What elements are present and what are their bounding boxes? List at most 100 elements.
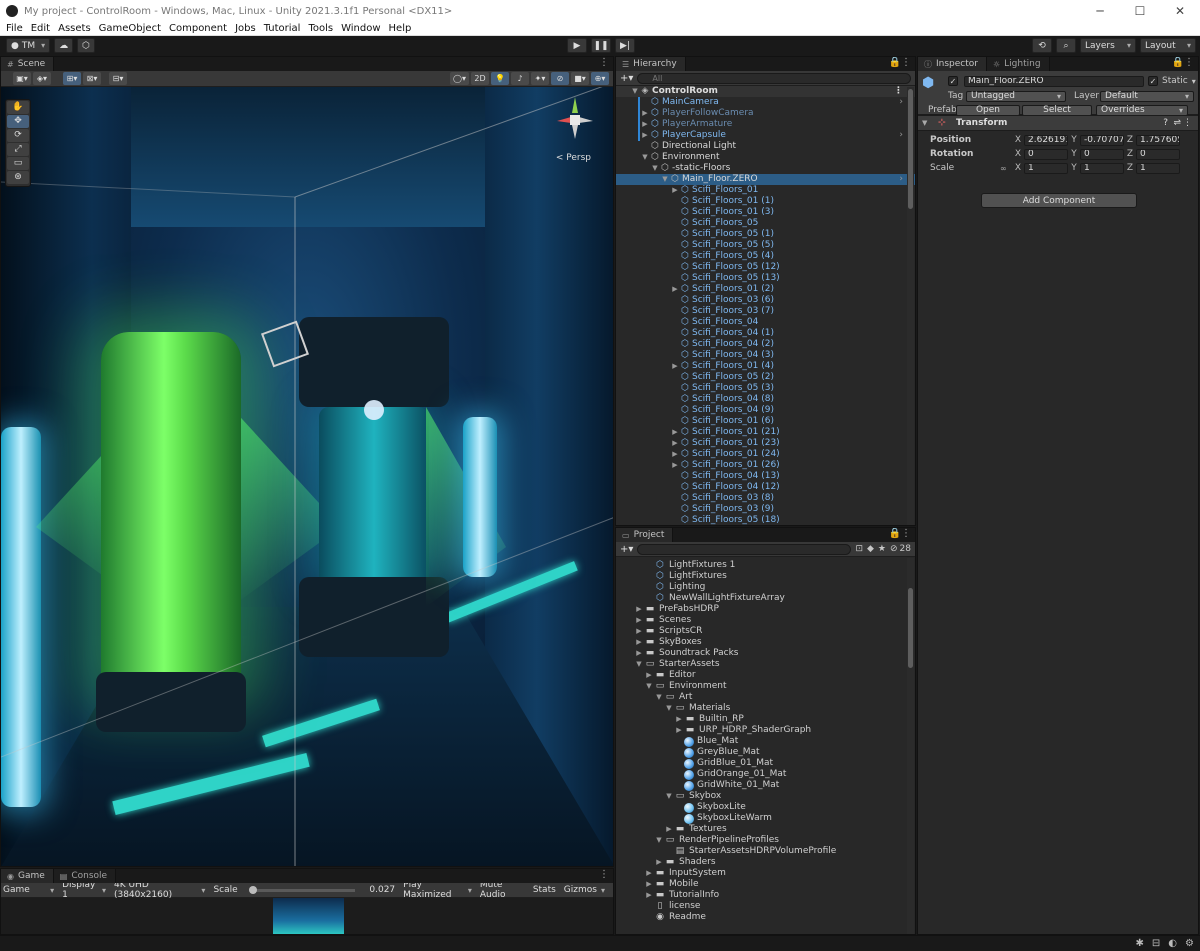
hierarchy-item[interactable]: ▶ ⬡ Scifi_Floors_01 (26) <box>616 460 915 471</box>
stats-toggle[interactable]: Stats <box>533 885 556 895</box>
expand-arrow-icon[interactable]: ▼ <box>660 174 670 185</box>
menu-component[interactable]: Component <box>165 23 231 34</box>
hand-tool[interactable]: ✋ <box>7 101 29 114</box>
menu-jobs[interactable]: Jobs <box>231 23 260 34</box>
audio-toggle[interactable]: ♪ <box>511 72 529 85</box>
progress-icon[interactable]: ◐ <box>1168 938 1177 949</box>
hierarchy-item[interactable]: ⬡ Scifi_Floors_05 (3) <box>616 383 915 394</box>
rect-tool[interactable]: ▭ <box>7 157 29 170</box>
scene-row[interactable]: ▼ ◈ ControlRoom ⋮ <box>616 86 915 97</box>
expand-arrow-icon[interactable]: ▼ <box>644 681 654 692</box>
hierarchy-item[interactable]: ▶ ⬡ Scifi_Floors_01 (4) <box>616 361 915 372</box>
expand-arrow-icon[interactable]: ▶ <box>670 460 680 471</box>
kebab-menu-icon[interactable]: ⋮ <box>901 57 911 68</box>
shading-button[interactable]: ◈▾ <box>33 72 51 85</box>
position-y-field[interactable]: -0.70707 <box>1080 134 1124 146</box>
projection-label[interactable]: < Persp <box>556 153 591 163</box>
expand-arrow-icon[interactable]: ▶ <box>640 108 650 119</box>
hierarchy-item[interactable]: ⬡ Scifi_Floors_05 (2) <box>616 372 915 383</box>
project-item[interactable]: ▶ ▬ URP_HDRP_ShaderGraph <box>616 725 915 736</box>
position-x-field[interactable]: 2.626191 <box>1024 134 1068 146</box>
project-item[interactable]: GridWhite_01_Mat <box>616 780 915 791</box>
expand-arrow-icon[interactable]: ▶ <box>664 824 674 835</box>
scrollbar-thumb[interactable] <box>908 89 913 209</box>
project-item[interactable]: ◉ Readme <box>616 912 915 923</box>
expand-arrow-icon[interactable]: ▼ <box>654 692 664 703</box>
rotation-y-field[interactable]: 0 <box>1080 148 1124 160</box>
snap-grid-button[interactable]: ⊠▾ <box>83 72 101 85</box>
hierarchy-item[interactable]: ⬡ Scifi_Floors_04 (12) <box>616 482 915 493</box>
hierarchy-item[interactable]: ⬡ Scifi_Floors_04 (13) <box>616 471 915 482</box>
expand-arrow-icon[interactable]: ▶ <box>644 868 654 879</box>
game-view[interactable] <box>1 898 613 934</box>
hierarchy-item[interactable]: ▼ ⬡ Main_Floor.ZERO › <box>616 174 915 185</box>
toggle-2d-button[interactable]: 2D <box>471 72 489 85</box>
menu-tutorial[interactable]: Tutorial <box>260 23 305 34</box>
menu-file[interactable]: File <box>2 23 27 34</box>
pause-button[interactable]: ❚❚ <box>591 38 611 53</box>
kebab-menu-icon[interactable]: ⋮ <box>1183 118 1192 128</box>
expand-arrow-icon[interactable]: ▶ <box>644 890 654 901</box>
lock-icon[interactable]: 🔒 <box>889 528 901 539</box>
expand-arrow-icon[interactable]: ▼ <box>650 163 660 174</box>
link-icon[interactable]: ∞ <box>1000 164 1012 173</box>
collab-button[interactable]: ⬡ <box>77 38 95 53</box>
project-item[interactable]: ▶ ▬ Editor <box>616 670 915 681</box>
project-search-input[interactable] <box>637 543 852 555</box>
draw-mode-button[interactable]: ▣▾ <box>13 72 31 85</box>
project-item[interactable]: SkyboxLite <box>616 802 915 813</box>
project-item[interactable]: ▼ ▭ Skybox <box>616 791 915 802</box>
expand-arrow-icon[interactable]: ▶ <box>674 725 684 736</box>
layout-dropdown[interactable]: Layout <box>1140 38 1196 53</box>
project-item[interactable]: ▼ ▭ RenderPipelineProfiles <box>616 835 915 846</box>
project-item[interactable]: ▶ ▬ Builtin_RP <box>616 714 915 725</box>
project-item[interactable]: ▶ ▬ Soundtrack Packs <box>616 648 915 659</box>
hierarchy-item[interactable]: ▼ ⬡ -static-Floors <box>616 163 915 174</box>
tab-lighting[interactable]: ☼ Lighting <box>986 57 1050 71</box>
tab-inspector[interactable]: ⓘ Inspector <box>918 57 987 71</box>
camera-button[interactable]: ■▾ <box>571 72 589 85</box>
hierarchy-item[interactable]: ⬡ Scifi_Floors_04 (2) <box>616 339 915 350</box>
hierarchy-item[interactable]: ⬡ Scifi_Floors_05 (1) <box>616 229 915 240</box>
hierarchy-item[interactable]: ⬡ Scifi_Floors_05 (4) <box>616 251 915 262</box>
rotation-x-field[interactable]: 0 <box>1024 148 1068 160</box>
project-item[interactable]: ⬡ LightFixtures <box>616 571 915 582</box>
gizmos-dropdown[interactable]: Gizmos <box>564 885 605 895</box>
hierarchy-item[interactable]: ⬡ Directional Light <box>616 141 915 152</box>
object-name-field[interactable]: Main_Floor.ZERO <box>964 75 1144 87</box>
hierarchy-item[interactable]: ▶ ⬡ PlayerArmature <box>616 119 915 130</box>
display-dropdown[interactable]: Display 1 <box>62 880 106 900</box>
project-item[interactable]: ▤ StarterAssetsHDRPVolumeProfile <box>616 846 915 857</box>
kebab-menu-icon[interactable]: ⋮ <box>599 57 609 68</box>
expand-arrow-icon[interactable]: ▼ <box>664 703 674 714</box>
project-item[interactable]: Blue_Mat <box>616 736 915 747</box>
bug-icon[interactable]: ✱ <box>1136 938 1144 949</box>
kebab-menu-icon[interactable]: ⋮ <box>1184 57 1194 68</box>
expand-arrow-icon[interactable]: ▶ <box>634 604 644 615</box>
expand-arrow-icon[interactable]: ▶ <box>640 130 650 141</box>
hierarchy-item[interactable]: ▶ ⬡ Scifi_Floors_01 (21) <box>616 427 915 438</box>
tag-dropdown[interactable]: Untagged <box>966 90 1066 102</box>
tab-console[interactable]: ▤ Console <box>53 869 117 883</box>
hierarchy-item[interactable]: ▶ ⬡ PlayerCapsule › <box>616 130 915 141</box>
expand-arrow-icon[interactable]: ▶ <box>670 449 680 460</box>
hierarchy-item[interactable]: ⬡ MainCamera › <box>616 97 915 108</box>
hierarchy-item[interactable]: ⬡ Scifi_Floors_04 (8) <box>616 394 915 405</box>
search-button[interactable]: ⌕ <box>1056 38 1076 53</box>
tab-game[interactable]: ◉ Game <box>1 869 54 883</box>
project-item[interactable]: ⬡ Lighting <box>616 582 915 593</box>
game-mode-dropdown[interactable]: Game <box>3 885 54 895</box>
scene-viewport[interactable]: ✋ ✥ ⟳ ⤢ ▭ ⊛ < Persp <box>1 87 613 866</box>
mute-audio-toggle[interactable]: Mute Audio <box>480 880 525 900</box>
resolution-dropdown[interactable]: 4K UHD (3840x2160) <box>114 880 205 900</box>
hierarchy-item[interactable]: ⬡ Scifi_Floors_05 <box>616 218 915 229</box>
expand-arrow-icon[interactable]: ▶ <box>640 119 650 130</box>
lock-icon[interactable]: 🔒 <box>889 57 901 68</box>
favorite-icon[interactable]: ★ <box>878 544 886 554</box>
project-item[interactable]: ▶ ▬ Scenes <box>616 615 915 626</box>
scale-z-field[interactable]: 1 <box>1136 162 1180 174</box>
hierarchy-scrollbar[interactable] <box>907 87 914 525</box>
kebab-menu-icon[interactable]: ⋮ <box>599 869 609 880</box>
expand-arrow-icon[interactable]: ▼ <box>922 119 932 127</box>
hierarchy-search-input[interactable]: All <box>637 72 911 84</box>
